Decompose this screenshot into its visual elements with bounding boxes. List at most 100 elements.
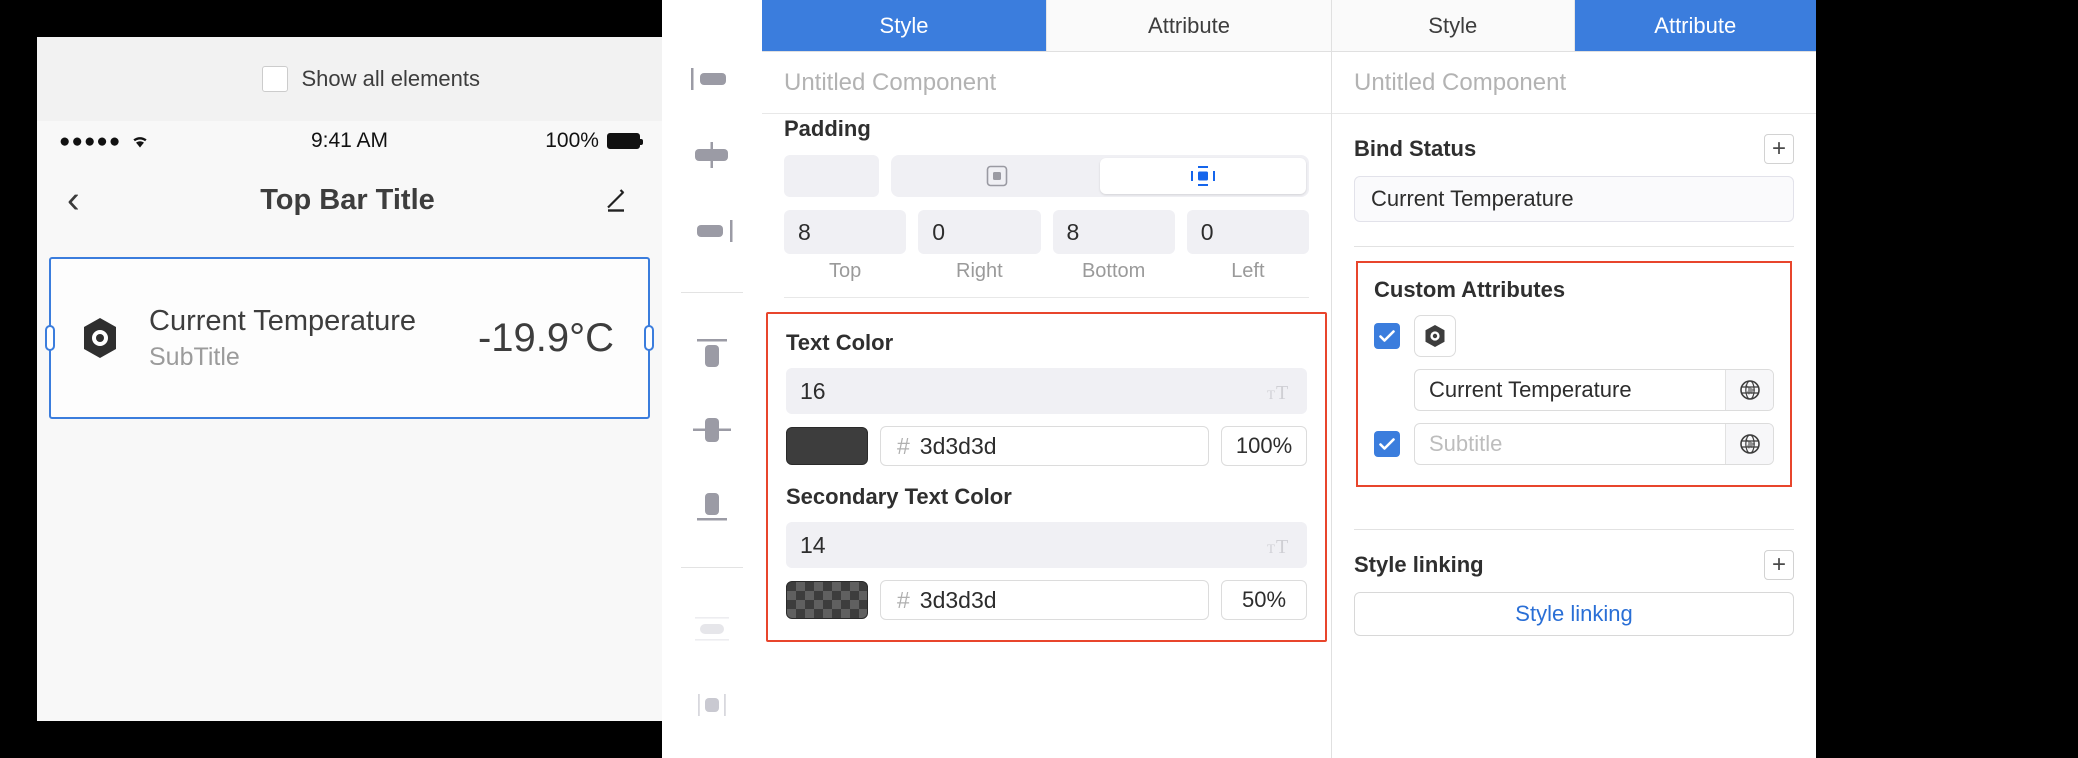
custom-attributes-label: Custom Attributes xyxy=(1374,277,1566,302)
text-color-opacity-input[interactable]: 100% xyxy=(1221,426,1307,466)
text-color-swatch[interactable] xyxy=(786,427,868,465)
style-linking-button[interactable]: Style linking xyxy=(1354,592,1794,636)
show-all-elements-checkbox[interactable] xyxy=(262,66,289,92)
custom-attribute-title-field[interactable]: Current Temperature xyxy=(1414,369,1774,411)
status-bar-right: 100% xyxy=(448,129,643,153)
text-color-hex-value: 3d3d3d xyxy=(919,432,997,459)
resize-handle-right[interactable] xyxy=(644,325,654,351)
globe-icon[interactable] xyxy=(1725,370,1773,410)
padding-mode-row xyxy=(784,155,1309,197)
padding-mode-blank[interactable] xyxy=(784,155,879,197)
align-right-icon[interactable] xyxy=(682,210,742,252)
status-bar-time: 9:41 AM xyxy=(310,129,389,152)
globe-icon[interactable] xyxy=(1725,424,1773,464)
padding-mode-segmented xyxy=(891,155,1309,197)
align-center-vertical-icon[interactable] xyxy=(682,409,742,451)
app-window: Show all elements ●●●●● 9:41 AM 100% ‹ T… xyxy=(0,0,2078,758)
bind-status-header: Bind Status + xyxy=(1354,134,1794,164)
attribute-panel: Style Attribute Untitled Component Bind … xyxy=(1332,0,1816,758)
plus-icon[interactable]: + xyxy=(1764,134,1794,164)
font-size-icon: T T xyxy=(1267,534,1293,556)
padding-top-group: 8 Top xyxy=(784,210,907,283)
padding-bottom-input[interactable]: 8 xyxy=(1052,210,1175,254)
custom-attributes-highlight-box: Custom Attributes Current Temperature Su… xyxy=(1356,261,1792,487)
toolbar-divider xyxy=(681,292,743,293)
sensor-hex-icon[interactable] xyxy=(1414,315,1456,357)
back-chevron-left-icon[interactable]: ‹ xyxy=(67,181,127,219)
text-color-row: # 3d3d3d 100% xyxy=(786,426,1307,466)
secondary-text-color-swatch[interactable] xyxy=(786,581,868,619)
padding-section: Padding 8 Top 0 Right 8 Bottom 0 Left xyxy=(762,114,1331,298)
distribute-horizontal-icon[interactable] xyxy=(682,608,742,650)
text-color-section: Text Color 16 T T # 3d3d3d 100% xyxy=(786,330,1307,466)
attr-tab-attribute[interactable]: Attribute xyxy=(1573,0,1816,51)
hash-symbol: # xyxy=(897,432,910,459)
align-center-horizontal-icon[interactable] xyxy=(682,134,742,176)
text-font-size-value: 16 xyxy=(800,377,826,404)
distribute-vertical-icon[interactable] xyxy=(682,684,742,726)
custom-attribute-subtitle-field[interactable]: Subtitle xyxy=(1414,423,1774,465)
padding-label: Padding xyxy=(784,116,871,141)
style-linking-label: Style linking xyxy=(1354,552,1484,577)
bind-status-label: Bind Status xyxy=(1354,136,1477,161)
battery-icon xyxy=(606,133,643,149)
plus-icon[interactable]: + xyxy=(1764,550,1794,580)
sensor-hex-icon xyxy=(81,317,135,359)
padding-bottom-group: 8 Bottom xyxy=(1052,210,1175,283)
svg-text:T: T xyxy=(1276,382,1288,402)
padding-right-group: 0 Right xyxy=(918,210,1041,283)
component-name-input[interactable]: Untitled Component xyxy=(762,52,1331,114)
secondary-text-color-row: # 3d3d3d 50% xyxy=(786,580,1307,620)
tab-style[interactable]: Style xyxy=(762,0,1046,51)
secondary-font-size-input[interactable]: 14 T T xyxy=(786,522,1307,568)
selected-component-card[interactable]: Current Temperature SubTitle -19.9°C xyxy=(45,257,654,419)
show-all-elements-row: Show all elements xyxy=(37,37,662,121)
padding-left-group: 0 Left xyxy=(1186,210,1309,283)
text-font-size-input[interactable]: 16 T T xyxy=(786,368,1307,414)
canvas-area: Current Temperature SubTitle -19.9°C xyxy=(37,239,662,419)
attribute-panel-body: Bind Status + Current Temperature Custom… xyxy=(1332,114,1816,636)
status-bar-left: ●●●●● xyxy=(59,132,251,151)
custom-attribute-checkbox-1[interactable] xyxy=(1374,323,1400,349)
style-panel: Style Attribute Untitled Component Paddi… xyxy=(762,0,1332,758)
svg-text:T: T xyxy=(1267,387,1275,402)
custom-attribute-subtitle-placeholder: Subtitle xyxy=(1429,431,1503,456)
toolbar-divider xyxy=(681,567,743,568)
padding-right-input[interactable]: 0 xyxy=(918,210,1041,254)
padding-top-input[interactable]: 8 xyxy=(784,210,907,254)
padding-all-icon[interactable] xyxy=(894,158,1100,194)
secondary-text-color-section: Secondary Text Color 14 T T # 3d3d3d 50% xyxy=(786,484,1307,620)
align-top-icon[interactable] xyxy=(682,333,742,375)
align-bottom-icon[interactable] xyxy=(682,485,742,527)
signal-dots-icon: ●●●●● xyxy=(59,130,122,152)
attr-tab-style[interactable]: Style xyxy=(1332,0,1574,51)
alignment-toolbar xyxy=(662,0,762,758)
phone-top-bar-title: Top Bar Title xyxy=(260,183,435,216)
card-value: -19.9°C xyxy=(477,315,614,360)
card-title: Current Temperature xyxy=(149,304,417,337)
secondary-text-color-hex-input[interactable]: # 3d3d3d xyxy=(880,580,1209,620)
attribute-panel-tabs: Style Attribute xyxy=(1332,0,1816,52)
tab-attribute[interactable]: Attribute xyxy=(1046,0,1331,51)
padding-sides-icon[interactable] xyxy=(1100,158,1306,194)
status-bar: ●●●●● 9:41 AM 100% xyxy=(37,121,662,161)
style-panel-tabs: Style Attribute xyxy=(762,0,1331,52)
attr-component-name-input[interactable]: Untitled Component xyxy=(1332,52,1816,114)
text-color-hex-input[interactable]: # 3d3d3d xyxy=(880,426,1209,466)
secondary-text-color-opacity-input[interactable]: 50% xyxy=(1221,580,1307,620)
custom-attribute-row-title: Current Temperature xyxy=(1414,369,1774,411)
secondary-font-size-value: 14 xyxy=(800,531,826,558)
pencil-icon[interactable] xyxy=(588,185,632,215)
resize-handle-left[interactable] xyxy=(45,325,55,351)
phone-top-bar: ‹ Top Bar Title xyxy=(37,161,662,239)
custom-attribute-checkbox-2[interactable] xyxy=(1374,431,1400,457)
device-preview-pane: Show all elements ●●●●● 9:41 AM 100% ‹ T… xyxy=(0,0,662,758)
padding-left-input[interactable]: 0 xyxy=(1186,210,1309,254)
custom-attribute-icon-row xyxy=(1374,315,1774,357)
bind-status-value[interactable]: Current Temperature xyxy=(1354,176,1794,222)
section-divider xyxy=(1354,246,1794,247)
style-linking-header: Style linking + xyxy=(1354,550,1794,580)
svg-text:T: T xyxy=(1267,541,1275,556)
hash-symbol: # xyxy=(897,586,910,613)
align-left-icon[interactable] xyxy=(682,58,742,100)
